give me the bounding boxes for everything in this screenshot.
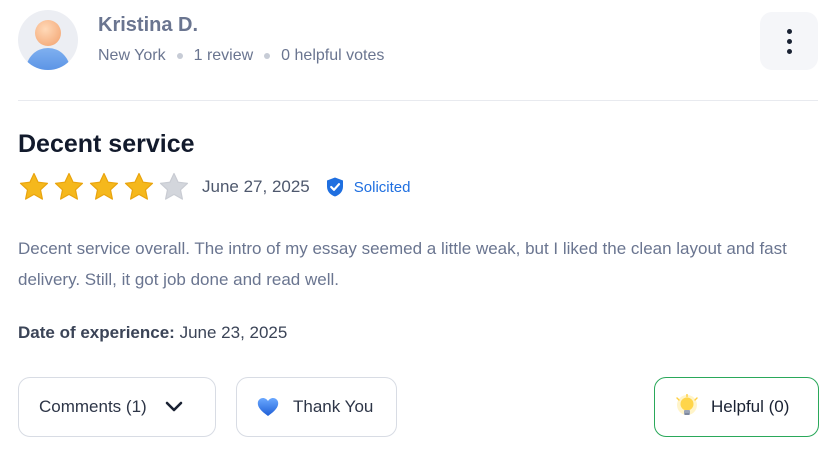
- reviewer-name[interactable]: Kristina D.: [98, 14, 198, 37]
- shield-check-icon: [326, 177, 343, 197]
- experience-label: Date of experience:: [18, 323, 175, 342]
- review-title: Decent service: [18, 130, 195, 158]
- more-dot-icon: [786, 38, 792, 44]
- review-date: June 27, 2025: [202, 177, 310, 196]
- avatar[interactable]: [18, 10, 78, 70]
- star-filled-icon: [124, 172, 154, 200]
- more-dot-icon: [786, 28, 792, 34]
- solicited-badge[interactable]: Solicited: [326, 177, 411, 197]
- thank-you-label: Thank You: [293, 397, 374, 416]
- comments-label: Comments (1): [39, 397, 147, 416]
- reviewer-header: Kristina D. New York 1 review 0 helpful …: [18, 10, 818, 72]
- thank-you-button[interactable]: Thank You: [236, 377, 397, 437]
- avatar-body: [26, 48, 70, 70]
- divider: [18, 100, 818, 101]
- star-filled-icon: [89, 172, 119, 200]
- comments-button[interactable]: Comments (1): [18, 377, 216, 437]
- star-rating: [18, 171, 190, 203]
- heart-icon: [257, 398, 279, 416]
- more-dot-icon: [786, 48, 792, 54]
- separator-dot: [176, 53, 183, 59]
- rating-row: June 27, 2025 Solicited: [18, 171, 410, 203]
- lightbulb-icon: [676, 394, 698, 415]
- avatar-head: [35, 20, 61, 46]
- reviewer-meta: New York 1 review 0 helpful votes: [98, 47, 384, 65]
- reviewer-review-count: 1 review: [193, 47, 254, 64]
- solicited-label: Solicited: [353, 178, 411, 196]
- experience-date: Date of experience: June 23, 2025: [18, 323, 287, 343]
- reviewer-location: New York: [98, 47, 166, 64]
- helpful-button[interactable]: Helpful (0): [654, 377, 819, 437]
- more-options-button[interactable]: [760, 12, 818, 70]
- experience-date-value: June 23, 2025: [179, 323, 288, 342]
- chevron-down-icon: [165, 401, 182, 412]
- star-filled-icon: [54, 172, 84, 200]
- star-empty-icon: [159, 172, 189, 200]
- separator-dot: [264, 53, 271, 59]
- review-text: Decent service overall. The intro of my …: [18, 239, 787, 289]
- helpful-label: Helpful (0): [711, 397, 790, 416]
- star-filled-icon: [19, 172, 49, 200]
- reviewer-helpful-votes: 0 helpful votes: [281, 47, 385, 64]
